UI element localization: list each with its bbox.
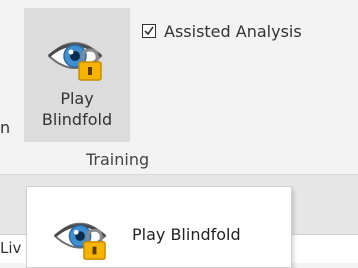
checkmark-icon	[144, 26, 154, 36]
menu-item-label: Play Blindfold	[132, 225, 241, 244]
training-group-label: Training	[86, 150, 150, 169]
dropdown-menu: Play Blindfold	[26, 186, 292, 268]
assisted-analysis-label: Assisted Analysis	[164, 21, 302, 41]
menu-item-play-blindfold[interactable]: Play Blindfold	[27, 187, 291, 267]
background-tab-fragment[interactable]: Liv	[0, 239, 21, 257]
play-blindfold-button[interactable]: Play Blindfold	[24, 8, 130, 142]
play-blindfold-label-line2: Blindfold	[41, 110, 113, 129]
eye-lock-icon	[51, 213, 113, 267]
clipped-ribbon-label: n	[0, 118, 11, 137]
assisted-analysis-checkbox[interactable]	[142, 24, 156, 38]
eye-lock-icon	[45, 32, 109, 88]
assisted-analysis-option[interactable]: Assisted Analysis	[142, 20, 302, 42]
play-blindfold-label: Play Blindfold	[24, 88, 130, 130]
play-blindfold-label-line1: Play	[60, 89, 94, 108]
